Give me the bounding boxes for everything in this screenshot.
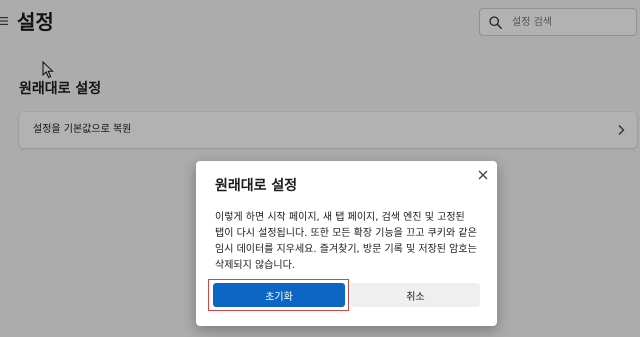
reset-button[interactable]: 초기화: [213, 283, 345, 307]
settings-page: 설정 원래대로 설정 설정을 기본값으로 복원 원래대로 설정 이렇게 하면 시…: [0, 0, 640, 337]
cancel-button[interactable]: 취소: [351, 283, 480, 307]
dialog-message: 이렇게 하면 시작 페이지, 새 탭 페이지, 검색 엔진 및 고정된 탭이 다…: [215, 212, 477, 271]
close-button[interactable]: [473, 165, 493, 185]
reset-settings-dialog: 원래대로 설정 이렇게 하면 시작 페이지, 새 탭 페이지, 검색 엔진 및 …: [196, 161, 497, 326]
close-icon: [478, 170, 488, 180]
dialog-title: 원래대로 설정: [215, 178, 298, 194]
